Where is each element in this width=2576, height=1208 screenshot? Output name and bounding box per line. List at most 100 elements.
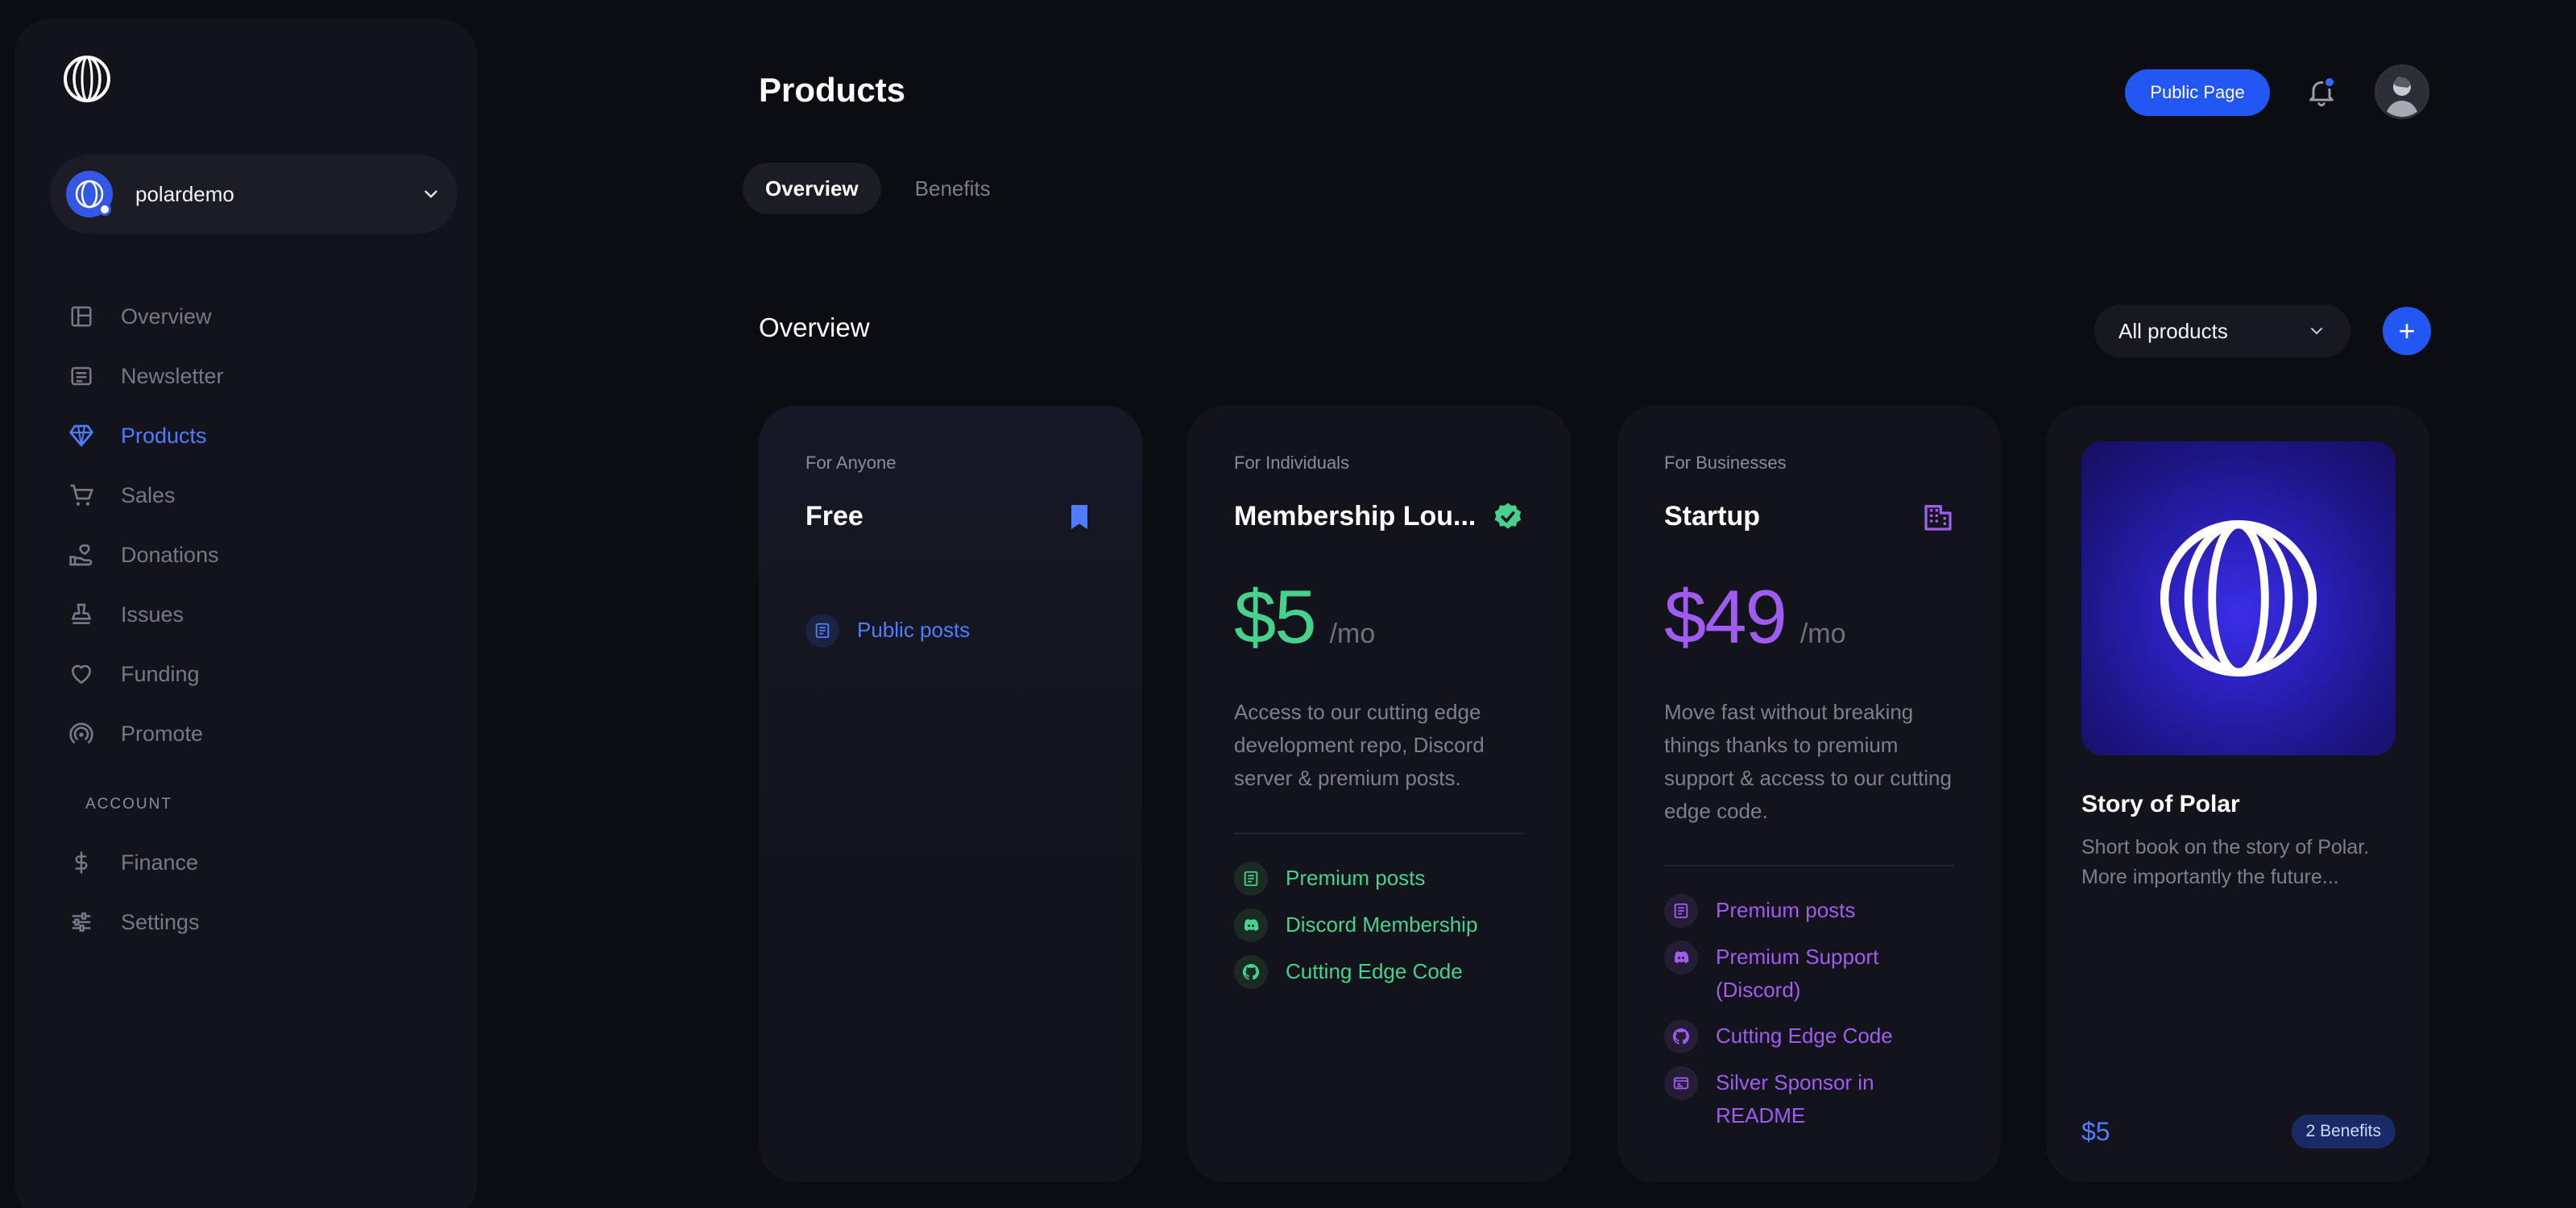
- heart-icon: [68, 660, 95, 688]
- benefit-item: Cutting Edge Code: [1664, 1020, 1962, 1053]
- polar-logo: [2160, 519, 2317, 677]
- tier-label: For Individuals: [1234, 453, 1350, 473]
- benefit-label: Discord Membership: [1286, 912, 1478, 937]
- layout-icon: [68, 303, 95, 330]
- sidebar-item-donations[interactable]: Donations: [68, 525, 454, 585]
- tier-price: $5 /mo: [1234, 573, 1375, 660]
- tier-name: Membership Lou...: [1234, 501, 1476, 532]
- sidebar-item-label: Newsletter: [121, 363, 224, 388]
- account-nav: Finance Settings: [68, 833, 454, 952]
- org-avatar: [66, 171, 113, 217]
- sidebar-item-promote[interactable]: Promote: [68, 704, 454, 763]
- tier-card-individuals[interactable]: For Individuals Membership Lou... $5 /mo…: [1187, 406, 1571, 1182]
- benefit-item: Silver Sponsor in README: [1664, 1066, 1962, 1132]
- github-icon: [1664, 1020, 1698, 1053]
- tier-name: Startup: [1664, 501, 1760, 532]
- account-section-label: ACCOUNT: [85, 796, 172, 813]
- divider: [1664, 865, 1954, 867]
- divider: [1234, 833, 1524, 834]
- sidebar-item-label: Issues: [121, 602, 184, 627]
- donation-icon: [68, 541, 95, 569]
- notification-dot: [2323, 76, 2336, 89]
- benefit-label: Premium posts: [1286, 866, 1426, 890]
- main-nav: Overview Newsletter Products Sales Donat…: [68, 287, 454, 763]
- sidebar-item-settings[interactable]: Settings: [68, 892, 454, 952]
- post-icon: [806, 614, 839, 647]
- sidebar-item-label: Finance: [121, 850, 199, 875]
- org-name: polardemo: [135, 181, 234, 206]
- broadcast-icon: [68, 720, 95, 747]
- public-page-button[interactable]: Public Page: [2125, 69, 2270, 116]
- sidebar-item-label: Settings: [121, 909, 200, 934]
- bookmark-icon: [1071, 505, 1087, 529]
- dollar-icon: [68, 849, 95, 876]
- sidebar-item-sales[interactable]: Sales: [68, 465, 454, 525]
- sidebar-item-newsletter[interactable]: Newsletter: [68, 346, 454, 406]
- product-filter-select[interactable]: All products: [2094, 304, 2350, 358]
- discord-icon: [1234, 908, 1268, 942]
- building-icon: [1924, 505, 1952, 531]
- sidebar-item-label: Promote: [121, 721, 204, 746]
- sidebar-item-label: Sales: [121, 482, 176, 507]
- benefit-item: Premium posts: [1234, 862, 1532, 896]
- benefit-item: Premium Support (Discord): [1664, 941, 1962, 1007]
- tab-overview[interactable]: Overview: [743, 163, 881, 214]
- tier-label: For Anyone: [806, 453, 897, 473]
- price-period: /mo: [1799, 618, 1846, 649]
- tier-description: Move fast without breaking things thanks…: [1664, 700, 1952, 823]
- sidebar-item-overview[interactable]: Overview: [68, 287, 454, 346]
- tabs: Overview Benefits: [743, 163, 1013, 214]
- sidebar-item-funding[interactable]: Funding: [68, 644, 454, 704]
- product-image: [2081, 441, 2396, 755]
- benefit-list: Public posts: [806, 614, 1104, 660]
- section-title: Overview: [759, 312, 870, 342]
- tier-name: Free: [806, 501, 863, 532]
- readme-icon: [1664, 1066, 1698, 1100]
- product-card[interactable]: Story of Polar Short book on the story o…: [2046, 406, 2429, 1182]
- benefit-item: Premium posts: [1664, 894, 1962, 928]
- tab-benefits[interactable]: Benefits: [892, 163, 1013, 214]
- tier-label: For Businesses: [1664, 453, 1787, 473]
- benefit-list: Premium posts Discord Membership Cutting…: [1234, 862, 1532, 1002]
- benefit-label: Silver Sponsor in README: [1716, 1070, 1874, 1127]
- page-title: Products: [759, 71, 906, 109]
- sidebar-item-products[interactable]: Products: [68, 406, 454, 465]
- benefit-label: Public posts: [857, 618, 971, 642]
- add-product-button[interactable]: +: [2383, 307, 2431, 355]
- sidebar-item-issues[interactable]: Issues: [68, 585, 454, 644]
- product-description: Short book on the story of Polar. More i…: [2081, 836, 2370, 888]
- price-amount: $5: [1234, 574, 1317, 659]
- sidebar-item-label: Funding: [121, 661, 200, 686]
- benefit-label: Premium Support (Discord): [1716, 945, 1879, 1002]
- tier-card-free[interactable]: For Anyone Free Public posts: [759, 406, 1142, 1182]
- sidebar-item-label: Donations: [121, 542, 219, 567]
- sidebar: polardemo Overview Newsletter Products S…: [14, 19, 477, 1208]
- tier-price: $49 /mo: [1664, 573, 1846, 660]
- verified-icon: [1494, 503, 1522, 529]
- filter-value: All products: [2118, 318, 2228, 343]
- github-icon: [1234, 955, 1268, 989]
- product-price: $5: [2081, 1117, 2110, 1146]
- sidebar-item-label: Overview: [121, 304, 212, 329]
- benefit-label: Cutting Edge Code: [1716, 1024, 1893, 1048]
- post-icon: [1664, 894, 1698, 928]
- benefit-item: Public posts: [806, 614, 1104, 647]
- benefits-badge: 2 Benefits: [2291, 1115, 2396, 1148]
- chevron-down-icon: [2311, 328, 2322, 335]
- benefit-item: Discord Membership: [1234, 908, 1532, 942]
- benefit-label: Cutting Edge Code: [1286, 959, 1463, 983]
- tier-description: Access to our cutting edge development r…: [1234, 700, 1485, 790]
- diamond-icon: [68, 422, 95, 449]
- sliders-icon: [68, 908, 95, 936]
- product-title: Story of Polar: [2081, 791, 2240, 817]
- tier-card-businesses[interactable]: For Businesses Startup $49 /mo Move fast…: [1617, 406, 2001, 1182]
- polar-logo[interactable]: [61, 53, 113, 105]
- sidebar-item-label: Products: [121, 423, 207, 448]
- cart-icon: [68, 482, 95, 509]
- discord-icon: [1664, 941, 1698, 974]
- org-switcher[interactable]: polardemo: [50, 155, 458, 234]
- benefit-label: Premium posts: [1716, 898, 1856, 922]
- sidebar-item-finance[interactable]: Finance: [68, 833, 454, 892]
- chevron-down-icon: [425, 190, 437, 198]
- avatar[interactable]: [2375, 64, 2429, 119]
